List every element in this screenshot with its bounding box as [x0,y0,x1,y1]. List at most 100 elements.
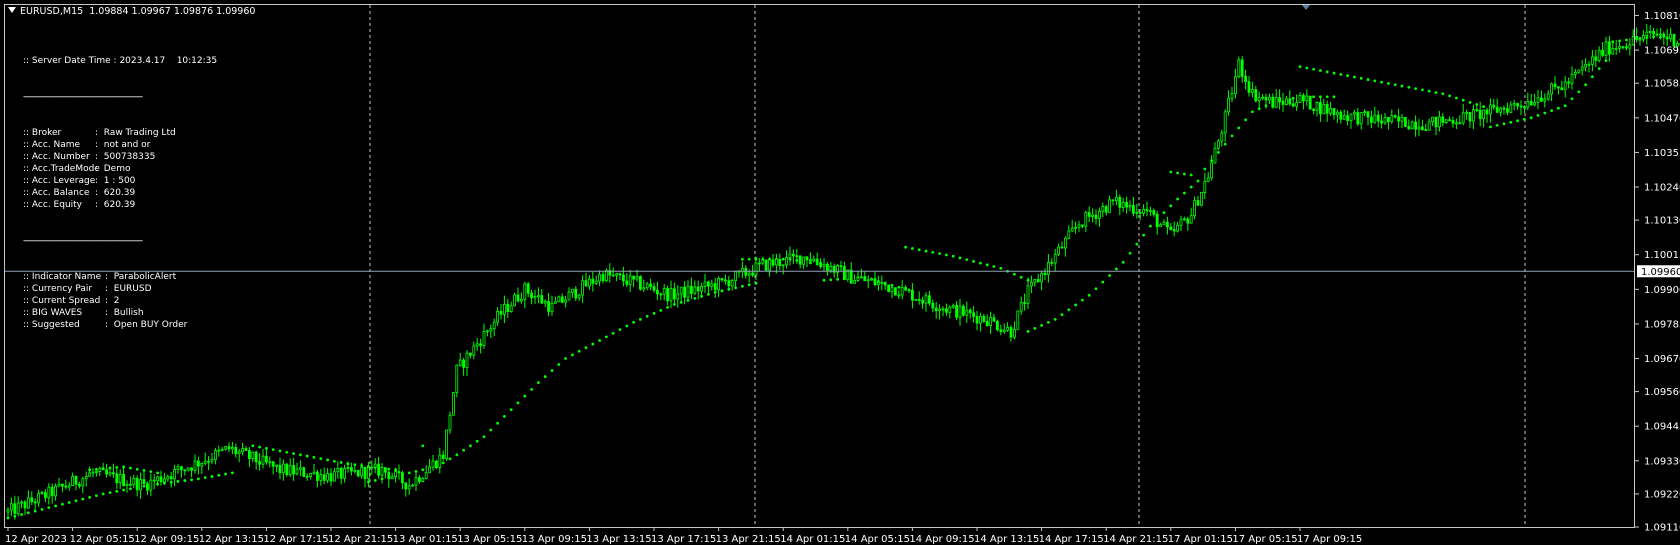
sar-dot [1563,104,1567,108]
sar-dot [754,281,758,285]
info-value: : not and or [95,140,151,150]
sar-dot [1128,251,1132,255]
candle [639,275,642,291]
sar-dot [135,467,139,471]
sar-dot [1169,170,1173,174]
sar-dot [475,439,479,443]
sar-dot [1053,318,1057,321]
sar-dot [441,461,445,465]
sar-dot [299,453,302,457]
y-tick-label: 1.09110 [1644,523,1680,534]
sar-dot [1325,95,1329,99]
sar-dot [958,256,962,260]
sar-dot [326,458,329,462]
sar-dot [1461,98,1465,102]
sar-dot [516,401,520,405]
x-tick-label: 14 Apr 13:15 [974,534,1039,545]
sar-dot [1407,85,1411,89]
sar-dot [183,479,187,482]
sar-dot [557,363,561,366]
sar-dot [836,277,839,281]
candle [996,319,999,332]
sar-dot [1325,70,1329,74]
sar-dot [312,455,316,459]
sar-dot [271,448,275,452]
sar-dot [632,321,635,324]
candle [894,287,897,296]
x-tick-label: 12 Apr 09:15 [134,534,199,545]
sar-dot [741,257,744,261]
sar-dot [156,471,160,475]
sar-dot [197,477,200,481]
sar-dot [591,342,595,346]
x-tick-label: 17 Apr 09:15 [1297,534,1362,545]
x-tick-label: 13 Apr 17:15 [651,534,716,545]
collapse-triangle-icon[interactable] [8,7,16,13]
info-row: :: Indicator Name: ParabolicAlert [23,271,217,283]
sar-dot [639,318,642,321]
sar-dot [1366,78,1370,81]
sar-dot [1495,123,1499,127]
candle [605,268,608,283]
sar-dot [231,471,234,475]
sar-dot [1121,260,1125,264]
sar-dot [1536,114,1540,117]
sar-dot [509,408,513,412]
sar-dot [1625,38,1628,42]
sar-dot [455,453,459,457]
sar-dot [285,450,289,454]
sar-dot [1475,103,1479,106]
sar-dot [496,421,499,425]
sar-dot [462,448,465,452]
candle [1410,120,1414,130]
info-value: : Open BUY Order [105,320,188,330]
sar-dot [1142,233,1145,237]
sar-dot [1584,83,1587,87]
sar-dot [537,381,540,384]
sar-dot [1060,313,1064,316]
sar-dot [1387,82,1390,85]
sar-dot [917,248,921,252]
current-price-badge: 1.09960 [1637,265,1680,278]
y-tick-label: 1.09445 [1644,422,1680,433]
sar-dot [1115,267,1118,271]
sar-dot [1319,69,1322,72]
sar-dot [190,478,194,482]
candle [513,292,516,307]
y-tick-label: 1.09785 [1644,319,1680,330]
y-tick-label: 1.09900 [1644,285,1680,296]
sar-dot [1237,126,1241,130]
sar-dot [992,265,996,268]
sar-dot [108,491,112,495]
symbol-timeframe: EURUSD,M15 [20,6,84,17]
sar-dot [1183,191,1186,195]
sar-dot [448,457,452,461]
sar-dot [673,302,676,306]
y-tick-label: 1.10585 [1644,79,1680,90]
sar-dot [115,466,119,469]
sar-dot [1482,105,1485,109]
sar-dot [217,473,221,477]
sar-dot [1339,73,1343,76]
sar-dot [1577,90,1581,94]
sar-dot [482,435,486,439]
sar-dot [1373,79,1377,83]
info-label: :: BIG WAVES [23,308,83,318]
x-tick-label: 13 Apr 21:15 [716,534,781,545]
info-label: :: Suggested [23,320,80,330]
sar-dot [951,254,955,258]
candle [1404,117,1407,127]
sar-dot [469,444,472,448]
sar-dot [625,324,629,328]
sar-dot [1244,118,1247,122]
sar-dot [1400,84,1404,88]
price-chart[interactable]: 1.10810 1.10695 1.10585 1.10470 1.10355 1.102… [0,0,1680,545]
sar-dot [61,502,64,506]
info-row: :: Current Spread: 2 [23,295,217,307]
y-tick-label: 1.10240 [1644,183,1680,194]
candle [1200,191,1203,207]
sar-dot [1468,100,1472,104]
sar-dot [659,308,663,312]
info-label: :: Acc. Number [23,152,90,162]
sar-dot [278,449,282,453]
